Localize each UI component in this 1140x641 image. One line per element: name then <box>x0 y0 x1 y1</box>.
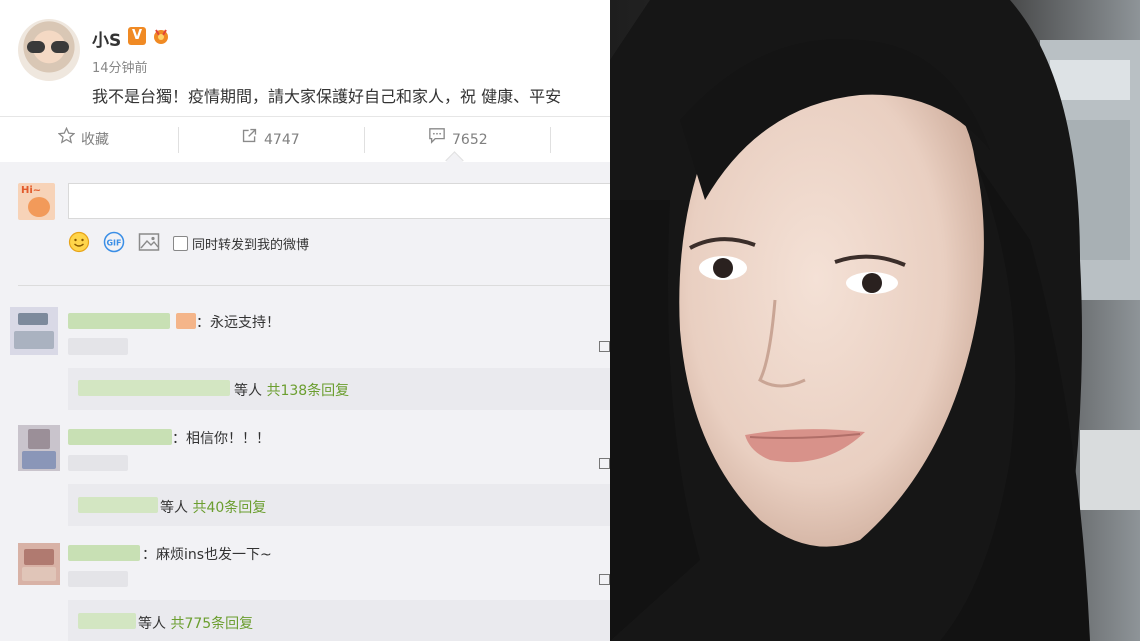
commenter-avatar[interactable] <box>18 425 60 471</box>
commenter-avatar[interactable] <box>10 307 58 355</box>
author-avatar[interactable] <box>18 19 80 81</box>
portrait-photo <box>610 0 1140 641</box>
qr-icon[interactable] <box>599 574 610 585</box>
commenter-badge-blurred <box>176 313 196 329</box>
comment-icon <box>428 117 446 163</box>
reply-count[interactable]: 共775条回复 <box>170 616 253 632</box>
commenter-name-blurred[interactable] <box>68 313 170 329</box>
reply-count[interactable]: 共138条回复 <box>266 383 349 399</box>
avatar-face <box>28 197 50 217</box>
reply-summary-text: 等人 共775条回复 <box>138 613 253 633</box>
reply-who: 等人 <box>160 500 188 516</box>
action-divider <box>364 127 365 153</box>
replier-names-blurred <box>78 613 136 629</box>
post-text: 我不是台獨！疫情期間，請大家保護好自己和家人，祝 健康、平安 <box>92 87 562 106</box>
action-bar: 收藏 4747 7652 <box>0 116 610 164</box>
reply-summary-text: 等人 共138条回复 <box>234 380 349 400</box>
verified-badge-icon: V <box>128 27 146 45</box>
comment-input[interactable] <box>68 183 610 219</box>
avatar-sticker-text: Hi~ <box>21 185 42 196</box>
commenter-name-blurred[interactable] <box>68 545 140 561</box>
sync-checkbox[interactable] <box>173 236 188 251</box>
action-divider <box>550 127 551 153</box>
comment-count: 7652 <box>452 132 488 148</box>
reply-summary[interactable]: 等人 共775条回复 <box>68 600 610 641</box>
author-name[interactable]: 小S <box>92 26 121 51</box>
sync-repost-option[interactable]: 同时转发到我的微博 <box>173 234 309 253</box>
comment-meta-blurred <box>68 338 128 355</box>
action-divider <box>178 127 179 153</box>
image-icon[interactable] <box>138 231 160 257</box>
reply-summary-text: 等人 共40条回复 <box>160 497 266 517</box>
my-avatar[interactable]: Hi~ <box>18 183 55 220</box>
reply-summary[interactable]: 等人 共40条回复 <box>68 484 610 526</box>
commenter-name-blurred[interactable] <box>68 429 172 445</box>
reply-summary[interactable]: 等人 共138条回复 <box>68 368 610 410</box>
comment-meta-blurred <box>68 455 128 471</box>
comment-text: ：相信你！！！ <box>172 431 270 447</box>
weibo-post-panel: 小S V 14分钟前 我不是台獨！疫情期間，請大家保護好自己和家人，祝 健康、平… <box>0 0 610 641</box>
repost-icon <box>241 117 258 163</box>
portrait-illustration <box>610 0 1140 641</box>
comment-text: ：麻烦ins也发一下~ <box>142 547 272 563</box>
composer-divider <box>18 285 610 286</box>
gif-icon[interactable]: GIF <box>103 231 125 257</box>
reply-who: 等人 <box>234 383 262 399</box>
replier-names-blurred <box>78 497 158 513</box>
smile-icon[interactable] <box>68 231 90 257</box>
star-icon <box>57 117 76 163</box>
sync-label: 同时转发到我的微博 <box>192 238 310 253</box>
svg-text:GIF: GIF <box>106 239 121 248</box>
repost-button[interactable]: 4747 <box>241 117 300 163</box>
favorite-label: 收藏 <box>81 132 109 148</box>
reply-who: 等人 <box>138 616 166 632</box>
post-time[interactable]: 14分钟前 <box>92 57 148 76</box>
reply-count[interactable]: 共40条回复 <box>192 500 266 516</box>
qr-icon[interactable] <box>599 458 610 469</box>
comment-meta-blurred <box>68 571 128 587</box>
replier-names-blurred <box>78 380 230 396</box>
repost-count: 4747 <box>264 132 300 148</box>
medal-icon <box>151 26 171 46</box>
qr-icon[interactable] <box>599 341 610 352</box>
comment-text: ：永远支持！ <box>196 315 280 331</box>
favorite-button[interactable]: 收藏 <box>57 117 109 163</box>
avatar-glasses <box>27 41 71 53</box>
commenter-avatar[interactable] <box>18 543 60 585</box>
